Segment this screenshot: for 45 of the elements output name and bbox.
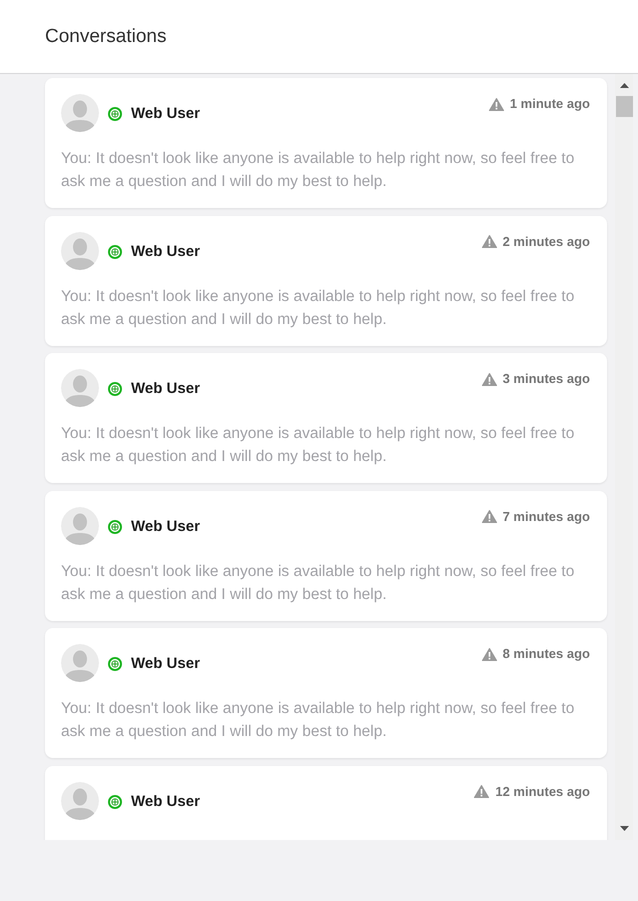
conversation-card[interactable]: Web User 3 minutes ago You: It doesn't look like anyone is available to help right now, so feel free to ask me a question and I will do my best to help.	[45, 353, 607, 484]
scroll-up-arrow-icon[interactable]	[620, 83, 628, 88]
contact-name: Web User	[131, 380, 200, 398]
avatar-icon	[61, 782, 99, 820]
scroll-down-arrow-icon[interactable]	[620, 826, 628, 831]
warning-icon	[482, 372, 497, 386]
conversation-card[interactable]: Web User 8 minutes ago You: It doesn't look like anyone is available to help right now, so feel free to ask me a question and I will do my best to help.	[45, 628, 607, 758]
warning-icon	[488, 98, 504, 110]
avatar-icon	[61, 506, 99, 545]
message-preview: You: It doesn't look like anyone is available to help right now, so feel free to ask me a question and I will do my best to help.	[61, 562, 576, 605]
conversation-card[interactable]: Web User 1 minute ago You: It doesn't look like anyone is available to help right now, so feel free to ask me a question and I will do my best to help.	[45, 78, 607, 208]
globe-status-icon	[108, 657, 122, 672]
globe-status-icon	[108, 382, 122, 396]
message-preview: You: It doesn't look like anyone is available to help right now, so feel free to ask me a question and I will do my best to help.	[61, 149, 576, 192]
contact-name: Web User	[131, 105, 200, 123]
contact-name: Web User	[131, 518, 200, 536]
contact-name: Web User	[131, 792, 200, 811]
page-title: Conversations	[45, 27, 166, 46]
timestamp: 8 minutes ago	[502, 646, 590, 662]
globe-status-icon	[108, 794, 122, 809]
avatar-icon	[61, 644, 99, 682]
scrollbar-thumb[interactable]	[616, 96, 632, 117]
conversation-card[interactable]: Web User 12 minutes ago	[45, 766, 607, 840]
globe-status-icon	[108, 244, 122, 259]
avatar-icon	[61, 94, 99, 132]
contact-name: Web User	[131, 242, 200, 261]
contact-name: Web User	[131, 655, 200, 674]
timestamp: 3 minutes ago	[502, 371, 590, 388]
conversation-card[interactable]: Web User 7 minutes ago You: It doesn't look like anyone is available to help right now, so feel free to ask me a question and I will do my best to help.	[45, 490, 607, 621]
globe-status-icon	[108, 107, 122, 121]
avatar-icon	[61, 369, 99, 408]
message-preview: You: It doesn't look like anyone is available to help right now, so feel free to ask me a question and I will do my best to help.	[61, 424, 576, 468]
warning-icon	[482, 648, 497, 661]
timestamp: 2 minutes ago	[502, 234, 590, 250]
warning-icon	[482, 235, 497, 248]
warning-icon	[482, 510, 497, 524]
message-preview: You: It doesn't look like anyone is available to help right now, so feel free to ask me a question and I will do my best to help.	[61, 286, 576, 330]
globe-status-icon	[108, 520, 122, 534]
avatar-icon	[61, 232, 99, 270]
warning-icon	[474, 785, 490, 798]
conversation-card[interactable]: Web User 2 minutes ago You: It doesn't look like anyone is available to help right now, so feel free to ask me a question and I will do my best to help.	[45, 216, 607, 346]
timestamp: 12 minutes ago	[495, 784, 590, 800]
timestamp: 1 minute ago	[510, 96, 590, 112]
timestamp: 7 minutes ago	[502, 508, 590, 525]
message-preview: You: It doesn't look like anyone is available to help right now, so feel free to ask me a question and I will do my best to help.	[61, 699, 576, 742]
